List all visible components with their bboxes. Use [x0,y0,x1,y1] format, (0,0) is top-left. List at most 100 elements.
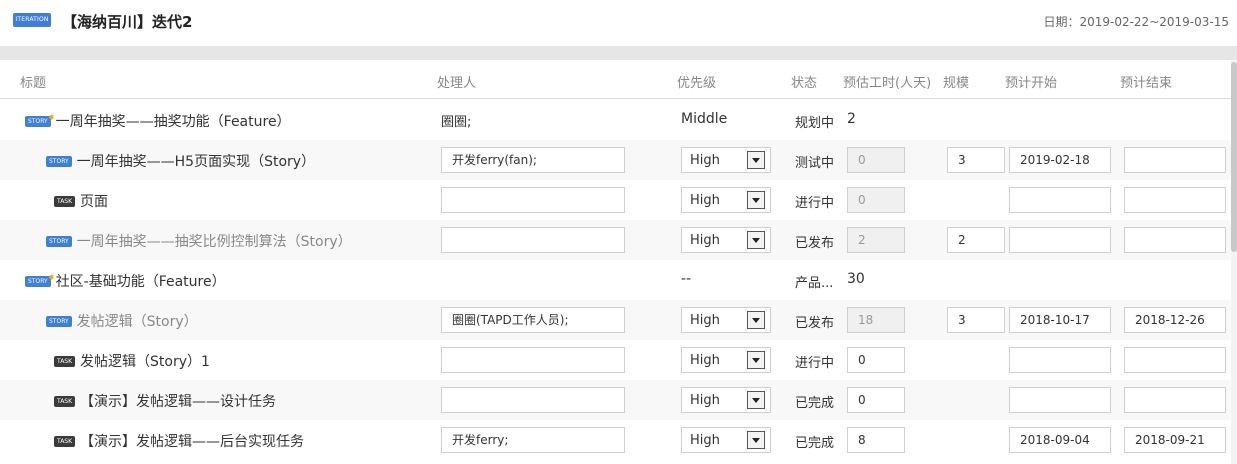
table-row[interactable]: TASK 页面 High 进行中 0 [0,180,1231,220]
row-title[interactable]: TASK 【演示】发帖逻辑——设计任务 [54,391,276,411]
end-date-input[interactable]: 2018-09-21 [1124,427,1226,453]
end-date-input[interactable] [1124,387,1226,413]
status-text[interactable]: 规划中 [795,112,834,131]
task-badge-icon: TASK [54,195,76,207]
task-badge-icon: TASK [54,355,76,367]
priority-text: Middle [681,111,728,127]
end-date-input[interactable] [1124,147,1226,173]
owner-input[interactable]: 开发ferry(fan); [441,147,625,173]
priority-select[interactable]: High [681,227,771,253]
estimate-input[interactable]: 0 [847,387,905,413]
chevron-down-icon[interactable] [747,151,765,169]
estimate-input[interactable]: 2 [847,227,905,253]
task-badge-icon: TASK [54,435,76,447]
priority-select[interactable]: High [681,147,771,173]
priority-select[interactable]: High [681,387,771,413]
story-badge-icon: STORY ✸ [25,113,55,127]
end-date-input[interactable] [1124,347,1226,373]
column-end[interactable]: 预计结束 [1120,72,1172,91]
priority-select[interactable]: High [681,307,771,333]
status-text[interactable]: 已发布 [795,312,834,331]
task-badge-icon: TASK [54,395,76,407]
owner-input[interactable] [441,187,625,213]
row-title[interactable]: STORY 发帖逻辑（Story） [46,311,198,331]
start-date-input[interactable] [1009,347,1111,373]
start-date-input[interactable]: 2019-02-18 [1009,147,1111,173]
column-owner[interactable]: 处理人 [437,72,476,91]
status-text[interactable]: 已完成 [795,432,834,451]
column-priority[interactable]: 优先级 [677,72,716,91]
table-header: 标题 处理人 优先级 状态 预估工时(人天) 规模 预计开始 预计结束 [0,60,1237,99]
story-badge-icon: STORY [46,235,72,247]
story-badge-icon: STORY [46,315,72,327]
owner-text: 圈圈; [441,115,472,130]
table-row[interactable]: TASK 【演示】发帖逻辑——后台实现任务 开发ferry; High 已完成 … [0,420,1231,460]
row-title[interactable]: STORY ✸ 社区-基础功能（Feature） [25,271,226,291]
row-title[interactable]: TASK 发帖逻辑（Story）1 [54,351,210,371]
owner-input[interactable] [441,387,625,413]
row-title[interactable]: TASK 【演示】发帖逻辑——后台实现任务 [54,431,304,451]
start-date-input[interactable] [1009,387,1111,413]
status-text[interactable]: 进行中 [795,192,834,211]
chevron-down-icon[interactable] [747,391,765,409]
start-date-input[interactable]: 2018-10-17 [1009,307,1111,333]
scrollbar-thumb[interactable] [1231,62,1237,252]
status-text[interactable]: 进行中 [795,352,834,371]
estimate-text: 30 [847,271,865,287]
status-text[interactable]: 产品... [795,272,833,291]
table-row[interactable]: TASK 发帖逻辑（Story）1 High 进行中 0 [0,340,1231,380]
table-row[interactable]: STORY 一周年抽奖——H5页面实现（Story） 开发ferry(fan);… [0,140,1231,180]
story-badge-icon: STORY [46,155,72,167]
scale-input[interactable]: 3 [947,307,1005,333]
priority-text: -- [681,271,692,287]
end-date-input[interactable] [1124,187,1226,213]
row-title[interactable]: STORY 一周年抽奖——抽奖比例控制算法（Story） [46,231,352,251]
column-estimate[interactable]: 预估工时(人天) [843,72,931,91]
start-date-input[interactable] [1009,187,1111,213]
estimate-input[interactable]: 0 [847,347,905,373]
estimate-text: 2 [847,111,856,127]
chevron-down-icon[interactable] [747,351,765,369]
status-text[interactable]: 测试中 [795,152,834,171]
owner-input[interactable] [441,347,625,373]
table-row[interactable]: STORY 一周年抽奖——抽奖比例控制算法（Story） High 已发布 2 … [0,220,1231,260]
chevron-down-icon[interactable] [747,231,765,249]
row-title[interactable]: TASK 页面 [54,191,108,211]
table-row[interactable]: STORY ✸ 一周年抽奖——抽奖功能（Feature） 圈圈; Middle 规… [0,100,1231,140]
scale-input[interactable]: 2 [947,227,1005,253]
end-date-input[interactable]: 2018-12-26 [1124,307,1226,333]
chevron-down-icon[interactable] [747,311,765,329]
column-start[interactable]: 预计开始 [1005,72,1057,91]
chevron-down-icon[interactable] [747,191,765,209]
estimate-input[interactable]: 0 [847,147,905,173]
column-scale[interactable]: 规模 [943,72,969,91]
owner-input[interactable]: 圈圈(TAPD工作人员); [441,307,625,333]
story-badge-icon: STORY ✸ [25,273,55,287]
owner-input[interactable] [441,227,625,253]
column-title[interactable]: 标题 [20,72,46,91]
scale-input[interactable]: 3 [947,147,1005,173]
start-date-input[interactable] [1009,227,1111,253]
table-row[interactable]: STORY 发帖逻辑（Story） 圈圈(TAPD工作人员); High 已发布… [0,300,1231,340]
estimate-input[interactable]: 8 [847,427,905,453]
end-date-input[interactable] [1124,227,1226,253]
row-title[interactable]: STORY ✸ 一周年抽奖——抽奖功能（Feature） [25,111,291,131]
priority-select[interactable]: High [681,347,771,373]
estimate-input[interactable]: 18 [847,307,905,333]
priority-select[interactable]: High [681,187,771,213]
iteration-date-range: 日期：2019-02-22~2019-03-15 [1043,15,1229,29]
estimate-input[interactable]: 0 [847,187,905,213]
priority-select[interactable]: High [681,427,771,453]
owner-input[interactable]: 开发ferry; [441,427,625,453]
header-divider [0,46,1237,60]
iteration-header: ITERATION 【海纳百川】迭代2 日期：2019-02-22~2019-0… [0,0,1237,46]
status-text[interactable]: 已完成 [795,392,834,411]
start-date-input[interactable]: 2018-09-04 [1009,427,1111,453]
iteration-title: 【海纳百川】迭代2 [62,13,193,31]
table-row[interactable]: TASK 【演示】发帖逻辑——设计任务 High 已完成 0 [0,380,1231,420]
column-status[interactable]: 状态 [791,72,817,91]
status-text[interactable]: 已发布 [795,232,834,251]
table-row[interactable]: STORY ✸ 社区-基础功能（Feature） -- 产品... 30 [0,260,1231,300]
row-title[interactable]: STORY 一周年抽奖——H5页面实现（Story） [46,151,315,171]
chevron-down-icon[interactable] [747,431,765,449]
